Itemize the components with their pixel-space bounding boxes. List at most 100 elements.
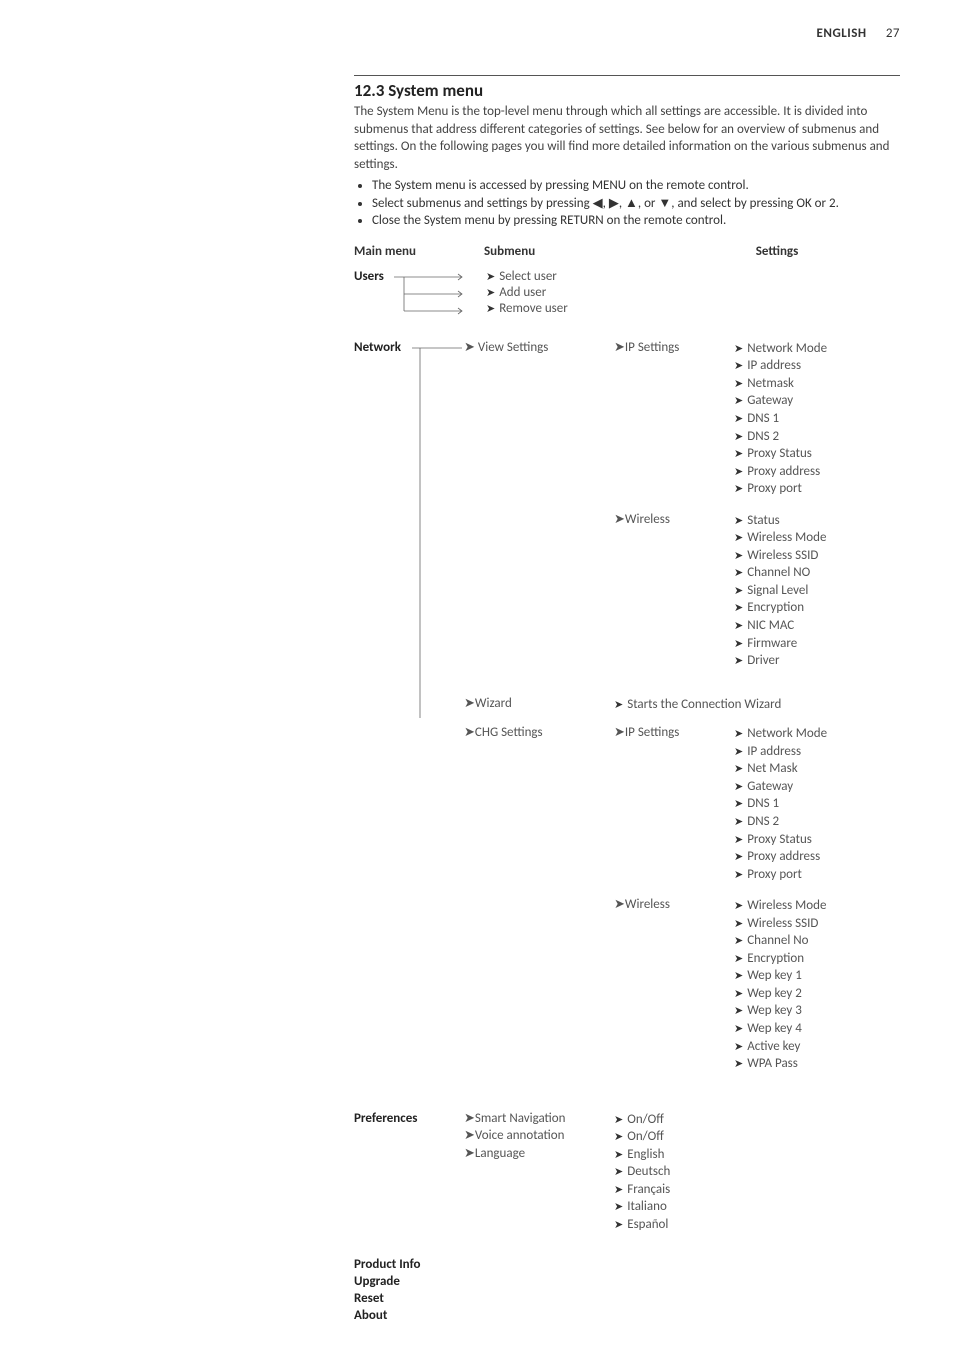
submenu-label: View Settings [478,340,549,355]
option-list: ➤Status ➤Wireless Mode ➤Wireless SSID ➤C… [734,512,900,670]
arrow-icon: ➤ [734,987,743,1000]
arrow-icon: ➤ [734,412,743,425]
option-item: ➤Español [614,1216,900,1234]
arrow-icon: ➤ [734,899,743,912]
option-list: ➤English ➤Deutsch ➤Français ➤Italiano ➤E… [614,1146,900,1234]
arrow-icon: ➤ [734,1022,743,1035]
arrow-icon: ➤ [614,1165,623,1178]
arrow-icon: ➤ [734,342,743,355]
option-item: ➤Wep key 3 [734,1002,900,1020]
option-item: ➤DNS 1 [734,795,900,813]
wizard-description: ➤Starts the Connection Wizard [614,696,900,714]
arrow-icon: ➤ [734,969,743,982]
option-item: ➤Driver [734,652,900,670]
option-list: ➤Wireless Mode ➤Wireless SSID ➤Channel N… [734,897,900,1072]
arrow-icon: ➤ [734,850,743,863]
menu-remaining: Product Info Upgrade Reset About [354,1257,900,1325]
option-item: ➤Gateway [734,392,900,410]
header-page-number: 27 [870,26,900,41]
option-item: ➤Channel No [734,932,900,950]
arrow-icon: ➤ [614,340,625,355]
arrow-icon: ➤ [486,286,495,299]
arrow-icon: ➤ [734,952,743,965]
arrow-icon: ➤ [734,430,743,443]
arrow-icon: ➤ [614,698,623,711]
option-item: ➤Channel NO [734,564,900,582]
arrow-icon: ➤ [734,394,743,407]
main-product-info: Product Info [354,1257,900,1274]
header-language: ENGLISH [817,26,867,41]
option-item: ➤DNS 2 [734,813,900,831]
option-item: ➤Wireless Mode [734,897,900,915]
arrow-icon: ➤ [734,654,743,667]
option-item: ➤English [614,1146,900,1164]
arrow-icon: ➤ [464,725,475,740]
arrow-icon: ➤ [734,447,743,460]
option-item: ➤Français [614,1181,900,1199]
arrow-icon: ➤ [734,727,743,740]
submenu-item: ➤Remove user [464,301,900,316]
option-item: ➤Status [734,512,900,530]
arrow-icon: ➤ [464,1111,475,1126]
arrow-icon: ➤ [734,815,743,828]
arrow-icon: ➤ [614,1218,623,1231]
submenu-item: ➤Select user [464,269,900,284]
arrow-icon: ➤ [734,601,743,614]
main-upgrade: Upgrade [354,1274,900,1291]
arrow-icon: ➤ [734,514,743,527]
arrow-icon: ➤ [734,359,743,372]
option-item: ➤IP address [734,743,900,761]
arrow-icon: ➤ [734,482,743,495]
arrow-icon: ➤ [486,302,495,315]
arrow-icon: ➤ [614,897,625,912]
option-item: ➤Proxy Status [734,831,900,849]
option-item: ➤Proxy port [734,480,900,498]
col-settings: Settings [654,244,900,259]
section-intro: The System Menu is the top-level menu th… [354,103,900,173]
arrow-icon: ➤ [614,512,625,527]
arrow-icon: ➤ [734,584,743,597]
settings-ip: ➤IP Settings ➤Network Mode ➤IP address ➤… [614,340,900,498]
arrow-icon: ➤ [734,934,743,947]
arrow-icon: ➤ [734,549,743,562]
arrow-icon: ➤ [734,637,743,650]
arrow-icon: ➤ [734,377,743,390]
option-list: ➤Network Mode ➤IP address ➤Net Mask ➤Gat… [734,725,900,883]
page-header: ENGLISH 27 [54,26,900,41]
option-item: ➤Wep key 4 [734,1020,900,1038]
option-item: ➤Signal Level [734,582,900,600]
arrow-icon: ➤ [734,868,743,881]
option-item: ➤Wep key 2 [734,985,900,1003]
submenu-view-settings: ➤ View Settings ➤IP Settings ➤Network Mo… [464,340,900,684]
arrow-icon: ➤ [614,1183,623,1196]
submenu-language: ➤Language ➤English ➤Deutsch ➤Français ➤I… [464,1146,900,1234]
arrow-icon: ➤ [734,780,743,793]
option-item: ➤Firmware [734,635,900,653]
main-network-label: Network [354,340,401,355]
col-submenu: Submenu [484,244,654,259]
arrow-icon: ➤ [614,725,625,740]
col-main: Main menu [354,244,484,259]
option-item: ➤Network Mode [734,340,900,358]
arrow-icon: ➤ [734,531,743,544]
main-about: About [354,1308,900,1325]
arrow-icon: ➤ [734,619,743,632]
arrow-icon: ➤ [614,1148,623,1161]
settings-ip: ➤IP Settings ➤Network Mode ➤IP address ➤… [614,725,900,883]
option-item: ➤Wireless Mode [734,529,900,547]
column-headers: Main menu Submenu Settings [354,244,900,259]
submenu-chg-settings: ➤CHG Settings ➤IP Settings ➤Network Mode… [464,725,900,1086]
option-item: ➤DNS 2 [734,428,900,446]
option-item: ➤IP address [734,357,900,375]
arrow-icon: ➤ [614,1130,623,1143]
option-item: ➤Active key [734,1038,900,1056]
arrow-icon: ➤ [614,1200,623,1213]
instruction-item: The System menu is accessed by pressing … [372,177,900,195]
main-users-label: Users [354,269,384,284]
menu-users: Users ➤Select user ➤Add user ➤Remove use… [354,269,900,316]
instruction-item: Select submenus and settings by pressing… [372,195,900,213]
settings-wireless: ➤Wireless ➤Wireless Mode ➤Wireless SSID … [614,897,900,1072]
arrow-icon: ➤ [734,566,743,579]
option-item: ➤NIC MAC [734,617,900,635]
submenu-smart-navigation: ➤Smart Navigation ➤On/Off [464,1111,900,1129]
